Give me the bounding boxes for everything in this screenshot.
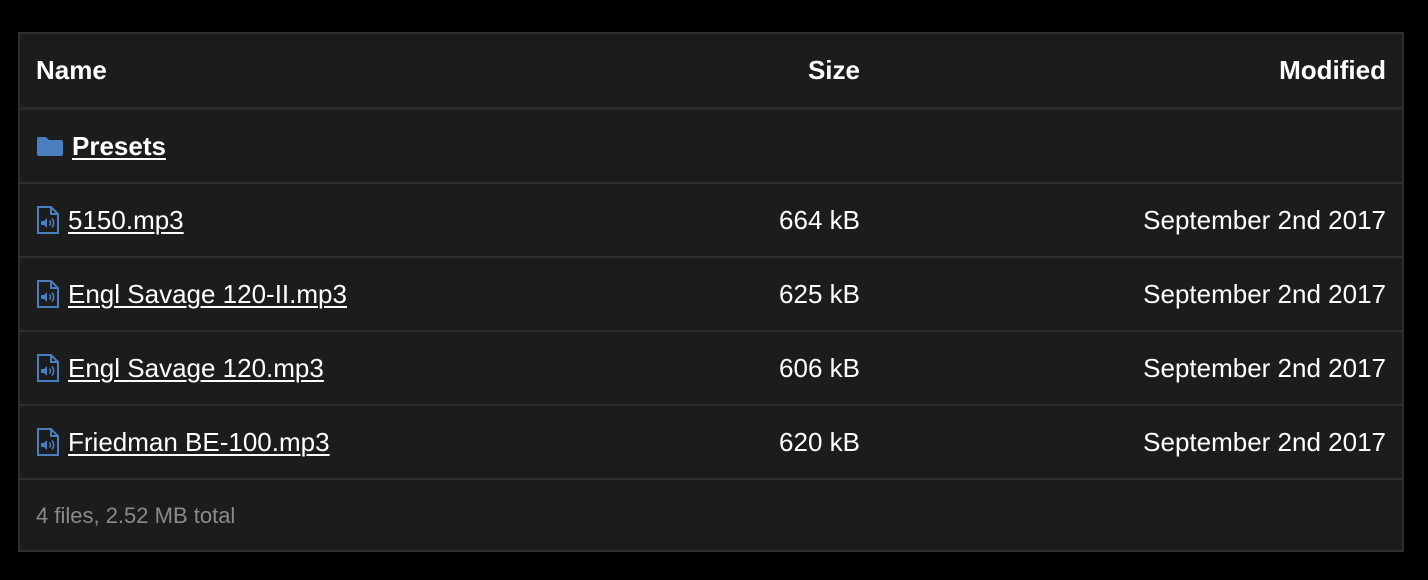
- file-listing-table: Name Size Modified Presets 5150.mp3 664 …: [18, 32, 1404, 552]
- column-header-size[interactable]: Size: [808, 34, 860, 107]
- summary-text: 4 files, 2.52 MB total: [36, 503, 236, 528]
- audio-file-icon: [36, 354, 60, 382]
- column-header-name[interactable]: Name: [36, 34, 107, 107]
- table-header: Name Size Modified: [20, 34, 1402, 110]
- file-link[interactable]: 5150.mp3: [68, 205, 184, 236]
- file-size: 664 kB: [779, 204, 860, 235]
- folder-link-presets[interactable]: Presets: [72, 131, 166, 162]
- file-size: 625 kB: [779, 278, 860, 309]
- file-row[interactable]: 5150.mp3 664 kB September 2nd 2017: [20, 184, 1402, 258]
- file-row[interactable]: Engl Savage 120.mp3 606 kB September 2nd…: [20, 332, 1402, 406]
- audio-file-icon: [36, 206, 60, 234]
- file-link[interactable]: Engl Savage 120.mp3: [68, 353, 324, 384]
- file-link[interactable]: Engl Savage 120-II.mp3: [68, 279, 347, 310]
- file-link[interactable]: Friedman BE-100.mp3: [68, 427, 330, 458]
- file-size: 620 kB: [779, 426, 860, 457]
- file-row[interactable]: Engl Savage 120-II.mp3 625 kB September …: [20, 258, 1402, 332]
- audio-file-icon: [36, 280, 60, 308]
- file-modified-date: September 2nd 2017: [1143, 278, 1386, 309]
- folder-icon: [36, 135, 64, 157]
- file-modified-date: September 2nd 2017: [1143, 426, 1386, 457]
- file-modified-date: September 2nd 2017: [1143, 204, 1386, 235]
- table-footer: 4 files, 2.52 MB total: [20, 480, 1402, 552]
- column-header-modified[interactable]: Modified: [1279, 34, 1386, 107]
- file-row[interactable]: Friedman BE-100.mp3 620 kB September 2nd…: [20, 406, 1402, 480]
- file-modified-date: September 2nd 2017: [1143, 352, 1386, 383]
- folder-row[interactable]: Presets: [20, 110, 1402, 184]
- audio-file-icon: [36, 428, 60, 456]
- file-size: 606 kB: [779, 352, 860, 383]
